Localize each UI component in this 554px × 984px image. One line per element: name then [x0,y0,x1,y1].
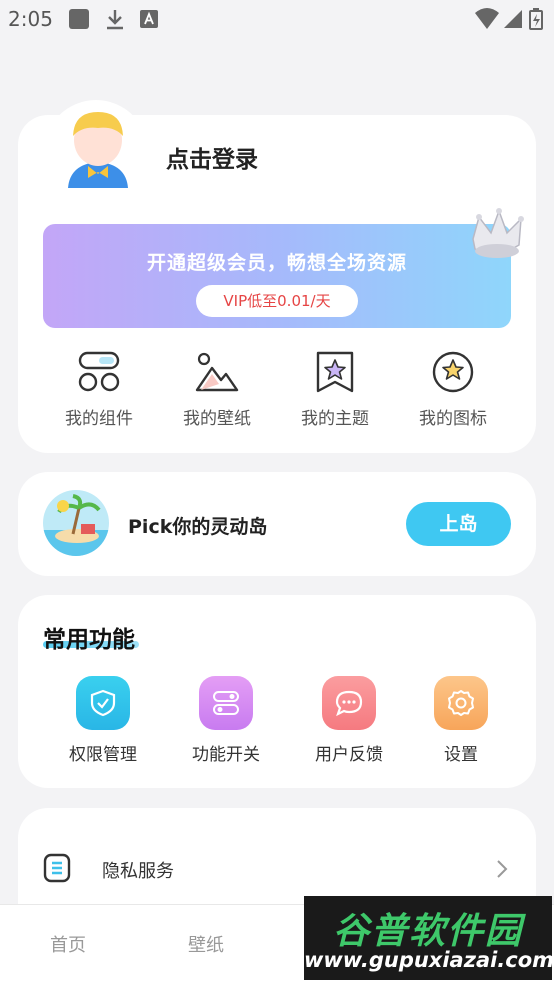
quick-action-label: 我的图标 [419,409,487,429]
nav-tab-home[interactable]: 首页 [50,931,86,957]
quick-action-label: 我的壁纸 [183,409,251,429]
privacy-document-icon [43,853,71,883]
function-label: 权限管理 [69,745,137,765]
toggle-icon [199,676,253,730]
login-link[interactable]: 点击登录 [166,140,258,174]
function-label: 功能开关 [192,745,260,765]
battery-icon [529,8,543,30]
gear-icon [434,676,488,730]
function-toggles[interactable]: 功能开关 [171,676,281,768]
status-bar: 2:05 [0,0,554,40]
function-settings[interactable]: 设置 [406,676,516,768]
island-title: Pick你的灵动岛 [128,516,268,538]
user-avatar-icon [68,112,128,188]
privacy-service-item[interactable]: 隐私服务 [102,857,174,883]
watermark-title: 谷普软件园 [332,911,523,952]
font-icon [140,10,158,28]
chat-bubble-icon [322,676,376,730]
status-time: 2:05 [8,7,53,31]
icon-pack-icon [432,351,474,393]
wallpaper-icon [195,352,239,392]
app-notification-icon [69,9,89,29]
quick-action-theme[interactable]: 我的主题 [280,350,390,432]
vip-button[interactable]: VIP低至0.01/天 [196,285,358,317]
widgets-icon [78,351,120,392]
island-join-button[interactable]: 上岛 [406,502,511,546]
quick-action-label: 我的组件 [65,409,133,429]
signal-icon [504,10,522,28]
section-title: 常用功能 [43,627,135,653]
watermark: 谷普软件园 www.gupuxiazai.com [304,896,554,980]
chevron-right-icon [497,860,508,878]
beach-island-icon [43,490,109,556]
quick-action-label: 我的主题 [301,409,369,429]
island-avatar [43,490,109,556]
wifi-icon [475,8,499,29]
function-permissions[interactable]: 权限管理 [48,676,158,768]
avatar[interactable] [44,100,148,204]
crown-icon [472,208,524,258]
download-icon [107,10,123,30]
quick-action-icons[interactable]: 我的图标 [398,350,508,432]
theme-icon [316,351,354,393]
function-feedback[interactable]: 用户反馈 [294,676,404,768]
function-label: 设置 [444,745,478,765]
function-label: 用户反馈 [315,745,383,765]
quick-action-wallpaper[interactable]: 我的壁纸 [162,350,272,432]
quick-action-widgets[interactable]: 我的组件 [44,350,154,432]
watermark-url: www.gupuxiazai.com [304,948,554,972]
nav-tab-wallpaper[interactable]: 壁纸 [188,931,224,957]
shield-icon [76,676,130,730]
